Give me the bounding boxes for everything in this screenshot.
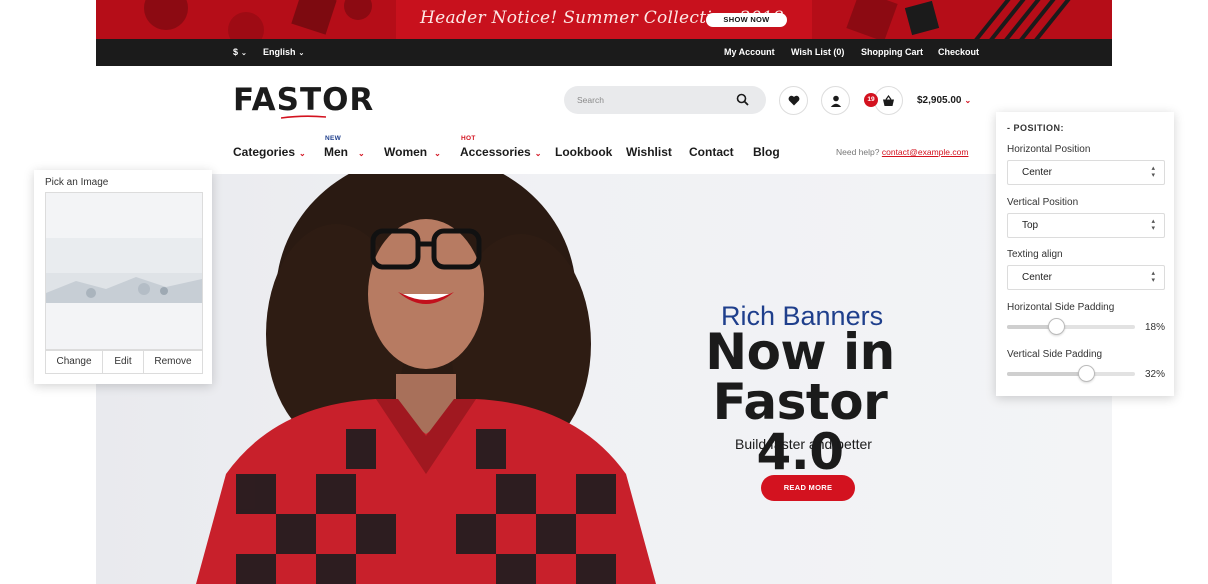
- horizontal-padding-value: 18%: [1145, 322, 1166, 333]
- nav-label: Categories: [233, 145, 296, 159]
- language-label: English: [263, 47, 296, 57]
- notice-decoration-right: [812, 0, 1112, 39]
- text-align-select[interactable]: Center ▴ ▾: [1007, 265, 1165, 290]
- change-image-button[interactable]: Change: [46, 351, 103, 373]
- search-placeholder: Search: [577, 95, 604, 105]
- cart-total[interactable]: $2,905.00 ⌄: [917, 95, 971, 106]
- show-now-button[interactable]: SHOW NOW: [706, 13, 787, 27]
- notice-decoration-left: [96, 0, 396, 39]
- hero-title-line2: Fastor 4.0: [712, 373, 888, 481]
- edit-image-button[interactable]: Edit: [103, 351, 144, 373]
- shopping-cart-link[interactable]: Shopping Cart: [861, 47, 923, 57]
- image-picker-actions: Change Edit Remove: [45, 350, 203, 374]
- site-logo[interactable]: FASTOR: [233, 82, 374, 118]
- vertical-position-select[interactable]: Top ▴ ▾: [1007, 213, 1165, 238]
- position-heading: - POSITION:: [1007, 123, 1064, 133]
- cart-count-badge: 19: [864, 93, 878, 107]
- nav-item-women[interactable]: Women ⌄: [384, 145, 441, 159]
- cart-button[interactable]: [874, 86, 903, 115]
- hero-banner: Rich Banners Now in Fastor 4.0 Build fas…: [96, 174, 1112, 584]
- currency-label: $: [233, 47, 239, 57]
- nav-label: Accessories: [460, 145, 531, 159]
- horizontal-padding-label: Horizontal Side Padding: [1007, 302, 1115, 313]
- header-notice: Header Notice! Summer Collection 2018 SH…: [96, 0, 1112, 39]
- text-align-value: Center: [1022, 272, 1053, 283]
- horizontal-position-select[interactable]: Center ▴ ▾: [1007, 160, 1165, 185]
- hot-badge: HOT: [461, 135, 476, 142]
- nav-item-contact[interactable]: Contact: [689, 145, 734, 159]
- select-arrows-icon: ▴ ▾: [1151, 165, 1155, 179]
- select-arrows-icon: ▴ ▾: [1151, 270, 1155, 284]
- wishlist-button[interactable]: [779, 86, 808, 115]
- hero-title: Now in Fastor 4.0: [670, 327, 930, 477]
- logo-underline: [281, 115, 326, 119]
- checkout-link[interactable]: Checkout: [938, 47, 979, 57]
- image-picker-panel: Pick an Image Change Edit Remove: [34, 170, 212, 384]
- help-contact: Need help? contact@example.com: [836, 147, 968, 157]
- horizontal-padding-slider[interactable]: [1007, 318, 1135, 335]
- image-picker-label: Pick an Image: [45, 177, 109, 188]
- nav-item-wishlist[interactable]: Wishlist: [626, 145, 672, 159]
- chevron-down-icon: ⌄: [534, 149, 542, 158]
- chevron-down-icon: ⌄: [964, 96, 972, 105]
- vertical-padding-value: 32%: [1145, 369, 1166, 380]
- hero-tagline: Build faster and better: [735, 436, 872, 452]
- hero-title-line1: Now in: [705, 323, 895, 381]
- currency-selector[interactable]: $ ⌄: [233, 47, 247, 57]
- chevron-down-icon: ⌄: [241, 50, 247, 57]
- model-photo: [196, 174, 656, 584]
- slider-fill: [1007, 372, 1087, 376]
- basket-icon: [883, 94, 894, 106]
- store-page: Header Notice! Summer Collection 2018 SH…: [96, 0, 1112, 584]
- language-selector[interactable]: English ⌄: [263, 47, 304, 57]
- slider-handle[interactable]: [1047, 318, 1065, 335]
- chevron-down-icon: ⌄: [434, 149, 441, 158]
- text-align-label: Texting align: [1007, 249, 1063, 260]
- nav-item-men[interactable]: Men ⌄: [324, 145, 365, 159]
- nav-item-blog[interactable]: Blog: [753, 145, 780, 159]
- vertical-padding-label: Vertical Side Padding: [1007, 349, 1103, 360]
- search-icon[interactable]: [736, 93, 749, 106]
- user-icon: [830, 95, 841, 107]
- my-account-link[interactable]: My Account: [724, 47, 775, 57]
- horizontal-position-label: Horizontal Position: [1007, 144, 1091, 155]
- position-settings-panel: - POSITION: Horizontal Position Center ▴…: [996, 112, 1174, 396]
- nav-label: Men: [324, 145, 348, 159]
- heart-icon: [788, 95, 799, 106]
- nav-item-categories[interactable]: Categories ⌄: [233, 145, 306, 159]
- account-button[interactable]: [821, 86, 850, 115]
- slider-handle[interactable]: [1078, 365, 1096, 382]
- read-more-button[interactable]: READ MORE: [761, 475, 855, 501]
- horizontal-position-value: Center: [1022, 167, 1053, 178]
- remove-image-button[interactable]: Remove: [144, 351, 202, 373]
- help-label: Need help?: [836, 147, 880, 157]
- vertical-padding-slider[interactable]: [1007, 365, 1135, 382]
- nav-label: Women: [384, 145, 428, 159]
- chevron-down-icon: ⌄: [299, 149, 306, 158]
- search-input[interactable]: Search: [564, 86, 766, 114]
- chevron-down-icon: ⌄: [298, 50, 305, 57]
- image-thumbnail: [46, 193, 202, 349]
- nav-item-accessories[interactable]: Accessories ⌄: [460, 145, 541, 159]
- chevron-down-icon: ⌄: [358, 149, 365, 158]
- image-preview[interactable]: [45, 192, 203, 350]
- new-badge: NEW: [325, 135, 342, 142]
- top-bar: $ ⌄ English ⌄ My Account Wish List (0) Sho…: [96, 39, 1112, 66]
- wish-list-link[interactable]: Wish List (0): [791, 47, 844, 57]
- cart-total-value: $2,905.00: [917, 95, 962, 106]
- select-arrows-icon: ▴ ▾: [1151, 218, 1155, 232]
- help-email-link[interactable]: contact@example.com: [882, 147, 969, 157]
- vertical-position-label: Vertical Position: [1007, 197, 1079, 208]
- vertical-position-value: Top: [1022, 220, 1039, 231]
- nav-item-lookbook[interactable]: Lookbook: [555, 145, 612, 159]
